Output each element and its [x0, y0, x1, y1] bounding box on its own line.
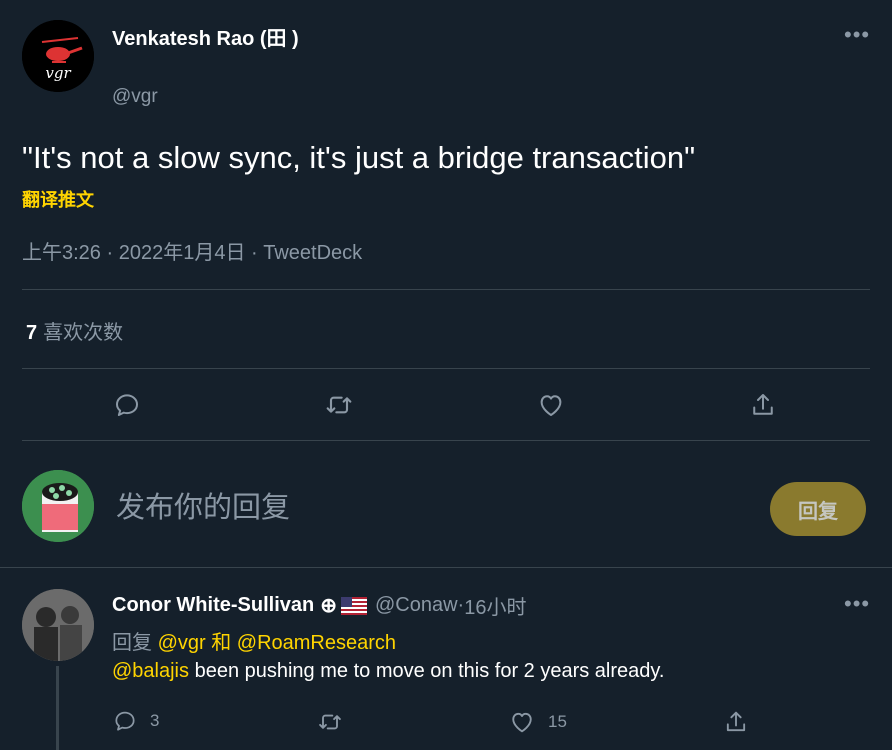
heart-icon — [512, 712, 532, 733]
reply-author-name[interactable]: Conor White-Sullivan — [112, 594, 314, 617]
share-icon — [726, 711, 746, 732]
replying-to: 回复 @vgr 和 @RoamResearch — [112, 626, 396, 655]
likes-count: 7 — [26, 322, 38, 344]
tweet-source[interactable]: TweetDeck — [263, 242, 362, 264]
avatar-label: vgr — [45, 64, 71, 82]
meta-separator: · — [100, 242, 119, 264]
like-count: 15 — [548, 712, 567, 731]
helicopter-avatar-icon: vgr — [22, 20, 94, 92]
retweet-icon — [326, 396, 352, 414]
reply-like-button[interactable]: 15 — [508, 708, 567, 736]
author-name[interactable]: Venkatesh Rao (田 ) — [112, 22, 299, 51]
reply-button[interactable] — [109, 387, 145, 423]
globe-badge-icon: ⊕ — [320, 595, 337, 617]
reply-retweet-button[interactable] — [316, 708, 344, 736]
user-avatar[interactable] — [22, 470, 94, 542]
tweet-text: "It's not a slow sync, it's just a bridg… — [22, 140, 696, 175]
divider — [22, 289, 870, 290]
replying-mention-vgr[interactable]: @vgr — [158, 632, 206, 654]
like-button[interactable] — [533, 387, 569, 423]
reply-compose-input[interactable] — [116, 486, 736, 530]
replying-prefix: 回复 — [112, 632, 152, 654]
sushi-avatar-icon — [22, 470, 94, 542]
meta-separator: · — [245, 242, 264, 264]
reply-header: Conor White-Sullivan ⊕ @Conaw · 16小时 — [112, 591, 526, 620]
more-icon[interactable]: ••• — [844, 591, 870, 617]
reply-mention[interactable]: @balajis — [112, 660, 189, 682]
reply-icon — [116, 394, 138, 416]
translate-tweet-link[interactable]: 翻译推文 — [22, 186, 94, 212]
share-icon — [753, 394, 773, 415]
reply-share-button[interactable] — [722, 708, 750, 736]
replying-mention-roam[interactable]: @RoamResearch — [237, 632, 396, 654]
divider — [22, 440, 870, 441]
reply-count: 3 — [150, 711, 160, 730]
more-icon[interactable]: ••• — [844, 22, 870, 48]
tweet-time[interactable]: 上午3:26 — [22, 242, 101, 264]
reply-submit-button[interactable]: 回复 — [770, 482, 866, 536]
retweet-button[interactable] — [321, 387, 357, 423]
reply-reply-button[interactable]: 3 — [112, 708, 159, 734]
share-button[interactable] — [745, 387, 781, 423]
reply-author-avatar[interactable] — [22, 589, 94, 661]
thread-line — [56, 666, 59, 750]
replying-and: 和 — [211, 632, 232, 654]
author-handle[interactable]: @vgr — [112, 86, 158, 108]
reply-text: @balajis been pushing me to move on this… — [112, 660, 664, 683]
likes-label: 喜欢次数 — [43, 322, 124, 344]
meta-separator: · — [457, 594, 465, 616]
photo-avatar-icon — [22, 589, 94, 661]
divider — [0, 567, 892, 568]
us-flag-icon — [340, 596, 367, 615]
divider — [22, 368, 870, 369]
reply-time[interactable]: 16小时 — [464, 591, 526, 620]
reply-body: been pushing me to move on this for 2 ye… — [189, 660, 665, 682]
tweet-date[interactable]: 2022年1月4日 — [119, 242, 246, 264]
author-avatar[interactable]: vgr — [22, 20, 94, 92]
reply-icon — [115, 711, 135, 731]
reply-handle[interactable]: @Conaw — [375, 594, 458, 617]
likes-stat[interactable]: 7 喜欢次数 — [26, 316, 123, 345]
heart-icon — [540, 395, 562, 416]
tweet-meta: 上午3:26 · 2022年1月4日 · TweetDeck — [22, 236, 362, 265]
retweet-icon — [319, 714, 341, 730]
